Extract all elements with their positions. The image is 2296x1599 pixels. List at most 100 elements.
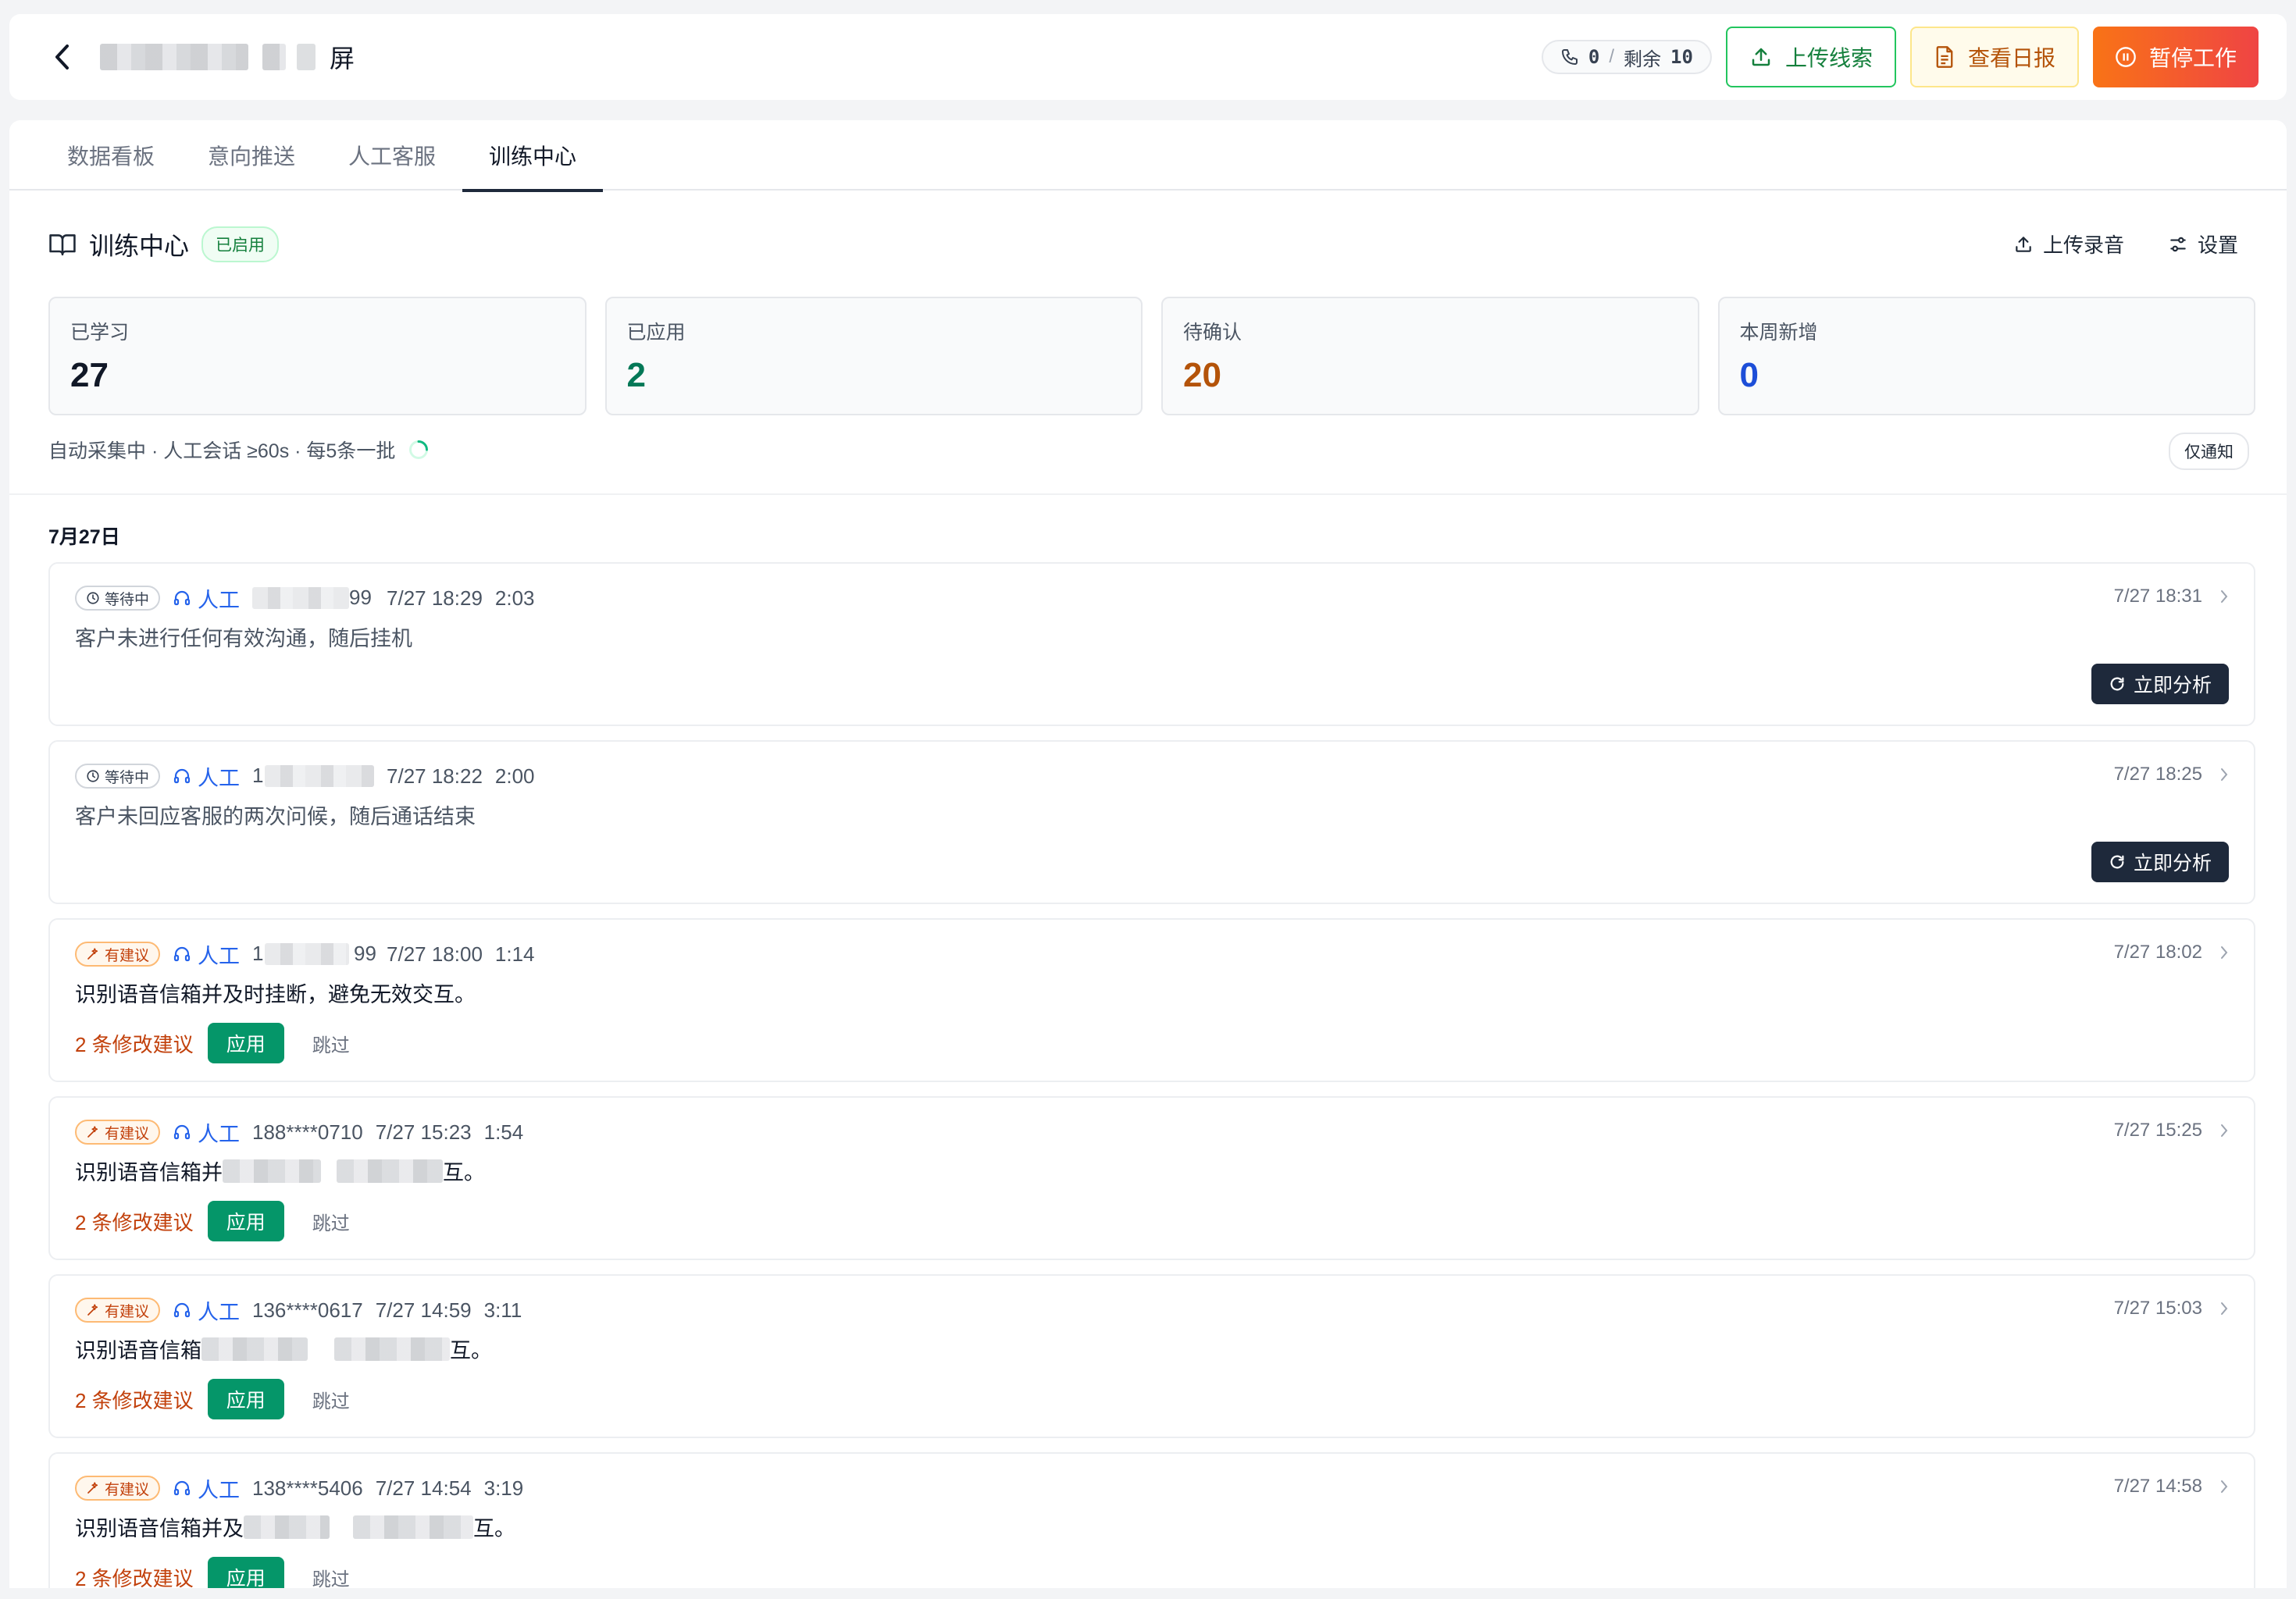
record-time[interactable]: 7/27 18:31 bbox=[2114, 586, 2229, 607]
redacted-phone-block bbox=[265, 943, 350, 965]
redacted-summary-block bbox=[201, 1337, 308, 1361]
settings-label: 设置 bbox=[2197, 233, 2238, 257]
source-text: 人工 bbox=[198, 588, 241, 612]
top-bar: 屏 0 / 剩余 10 上传线索 查看日报 暂停工作 bbox=[9, 14, 2287, 100]
call-duration: 3:11 bbox=[483, 1298, 522, 1322]
analyze-now-button[interactable]: 立即分析 bbox=[2091, 842, 2229, 882]
phone-number: 1 99 bbox=[252, 942, 376, 967]
call-duration: 3:19 bbox=[483, 1476, 524, 1500]
separator: / bbox=[1609, 46, 1615, 67]
redacted-summary bbox=[201, 1336, 450, 1362]
redacted-phone-block bbox=[252, 587, 350, 609]
upload-recording-button[interactable]: 上传录音 bbox=[2013, 230, 2124, 258]
status-text: 等待中 bbox=[105, 591, 150, 608]
analyze-now-label: 立即分析 bbox=[2133, 675, 2212, 696]
tab-training-center[interactable]: 训练中心 bbox=[462, 120, 604, 192]
call-duration: 2:00 bbox=[494, 764, 535, 788]
record-time[interactable]: 7/27 18:25 bbox=[2114, 764, 2229, 785]
record-time[interactable]: 7/27 15:25 bbox=[2114, 1120, 2229, 1141]
daily-report-button[interactable]: 查看日报 bbox=[1909, 27, 2079, 87]
call-time: 7/27 18:00 bbox=[387, 942, 483, 966]
page-title: 屏 bbox=[95, 37, 355, 77]
divider bbox=[9, 493, 2287, 495]
skip-button[interactable]: 跳过 bbox=[298, 1564, 364, 1589]
settings-sliders-icon bbox=[2168, 234, 2188, 255]
status-badge: 有建议 bbox=[75, 1476, 161, 1501]
apply-button[interactable]: 应用 bbox=[207, 1379, 284, 1419]
phone-number: 99 bbox=[252, 586, 374, 611]
back-button[interactable] bbox=[44, 38, 81, 76]
training-header: 训练中心 已启用 bbox=[48, 226, 280, 262]
analyze-now-button[interactable]: 立即分析 bbox=[2091, 664, 2229, 704]
record-time[interactable]: 7/27 14:58 bbox=[2114, 1476, 2229, 1498]
analyze-now-label: 立即分析 bbox=[2133, 853, 2212, 874]
skip-button[interactable]: 跳过 bbox=[298, 1208, 364, 1235]
pause-work-label: 暂停工作 bbox=[2148, 46, 2237, 70]
skip-button[interactable]: 跳过 bbox=[298, 1386, 364, 1413]
suggestion-count: 2 条修改建议 bbox=[75, 1210, 194, 1234]
sparkle-icon bbox=[86, 947, 100, 961]
record-card[interactable]: 等待中 人工 1 7/27 18:22 2:00 7/27 18:25 客户未回… bbox=[48, 740, 2255, 904]
record-card[interactable]: 有建议 人工 1 99 7/27 18:00 1:14 7/27 18:02 识… bbox=[48, 918, 2255, 1082]
source-tag: 人工 bbox=[173, 939, 240, 970]
refresh-icon bbox=[2109, 853, 2126, 871]
created-time: 7/27 18:31 bbox=[2113, 586, 2202, 607]
phone-number: 138****5406 bbox=[252, 1476, 363, 1500]
summary-head: 识别语音信箱并及 bbox=[75, 1517, 244, 1540]
record-summary: 识别语音信箱并 互。 bbox=[75, 1156, 485, 1186]
call-time: 7/27 18:29 bbox=[387, 586, 483, 610]
source-tag: 人工 bbox=[173, 1295, 240, 1326]
settings-button[interactable]: 设置 bbox=[2168, 230, 2238, 258]
created-time: 7/27 15:03 bbox=[2113, 1298, 2202, 1319]
apply-button[interactable]: 应用 bbox=[207, 1201, 284, 1241]
record-summary: 识别语音信箱并及 互。 bbox=[75, 1512, 515, 1542]
record-card[interactable]: 等待中 人工 99 7/27 18:29 2:03 7/27 18:31 客户未… bbox=[48, 562, 2255, 726]
suggestion-count: 2 条修改建议 bbox=[75, 1566, 194, 1589]
summary-tail: 互。 bbox=[443, 1161, 485, 1184]
record-card[interactable]: 有建议 人工 188****0710 7/27 15:23 1:54 7/27 … bbox=[48, 1096, 2255, 1260]
source-text: 人工 bbox=[198, 766, 241, 790]
collect-status: 自动采集中 · 人工会话 ≥60s · 每5条一批 bbox=[48, 436, 430, 464]
redacted-title-block bbox=[100, 44, 248, 70]
record-card[interactable]: 有建议 人工 138****5406 7/27 14:54 3:19 7/27 … bbox=[48, 1452, 2255, 1588]
call-time: 7/27 15:23 bbox=[375, 1120, 472, 1144]
status-text: 有建议 bbox=[105, 947, 150, 964]
apply-button[interactable]: 应用 bbox=[207, 1557, 284, 1588]
clock-icon bbox=[86, 591, 100, 605]
tab-bar: 数据看板 意向推送 人工客服 训练中心 bbox=[9, 120, 2287, 192]
summary-tail: 互。 bbox=[473, 1517, 515, 1540]
record-summary: 识别语音信箱并及时挂断，避免无效交互。 bbox=[75, 983, 476, 1006]
notify-mode-toggle[interactable]: 仅通知 bbox=[2169, 433, 2249, 470]
chevron-right-icon bbox=[2219, 767, 2229, 782]
record-card[interactable]: 有建议 人工 136****0617 7/27 14:59 3:11 7/27 … bbox=[48, 1274, 2255, 1438]
status-badge: 已启用 bbox=[201, 226, 280, 262]
title-text: 屏 bbox=[330, 45, 355, 73]
chevron-right-icon bbox=[2219, 945, 2229, 960]
status-text: 有建议 bbox=[105, 1481, 150, 1498]
skip-button[interactable]: 跳过 bbox=[298, 1030, 364, 1057]
source-text: 人工 bbox=[198, 1300, 241, 1324]
phone-number: 1 bbox=[252, 764, 375, 789]
record-summary: 识别语音信箱 互。 bbox=[75, 1334, 492, 1364]
stat-card-applied: 已应用 2 bbox=[604, 297, 1143, 415]
stat-value: 27 bbox=[70, 356, 109, 394]
pause-work-button[interactable]: 暂停工作 bbox=[2092, 27, 2259, 87]
apply-button[interactable]: 应用 bbox=[207, 1023, 284, 1063]
call-time: 7/27 14:54 bbox=[375, 1476, 472, 1500]
record-time[interactable]: 7/27 15:03 bbox=[2114, 1298, 2229, 1319]
upload-leads-button[interactable]: 上传线索 bbox=[1725, 27, 1896, 87]
suggestion-count: 2 条修改建议 bbox=[75, 1032, 194, 1056]
tab-human-service[interactable]: 人工客服 bbox=[322, 120, 462, 191]
chevron-right-icon bbox=[2219, 1479, 2229, 1494]
chevron-left-icon bbox=[53, 44, 72, 70]
phone-number: 136****0617 bbox=[252, 1298, 363, 1322]
headset-icon bbox=[173, 589, 191, 607]
date-group-label: 7月27日 bbox=[48, 526, 120, 548]
record-time[interactable]: 7/27 18:02 bbox=[2114, 942, 2229, 963]
tab-dashboard[interactable]: 数据看板 bbox=[41, 120, 181, 191]
stat-card-weekly-new: 本周新增 0 bbox=[1717, 297, 2255, 415]
source-tag: 人工 bbox=[173, 583, 240, 614]
stat-label: 已应用 bbox=[626, 322, 686, 344]
tab-intent-push[interactable]: 意向推送 bbox=[181, 120, 322, 191]
daily-report-label: 查看日报 bbox=[1967, 46, 2055, 70]
